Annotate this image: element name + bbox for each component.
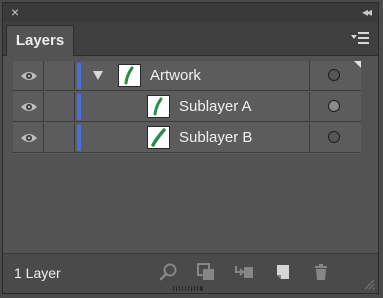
eye-icon (21, 134, 37, 142)
eye-icon (21, 72, 37, 80)
layer-thumbnail (147, 95, 170, 118)
locate-object-icon[interactable] (158, 262, 178, 282)
target-icon[interactable] (328, 69, 340, 81)
resize-corner-icon[interactable] (363, 278, 375, 290)
layer-color-indicator (77, 94, 81, 120)
make-clipping-mask-icon[interactable] (196, 262, 216, 282)
target-cell[interactable] (309, 123, 361, 152)
panel-footer: 1 Layer (3, 253, 378, 293)
lock-toggle[interactable] (44, 123, 75, 152)
layer-name[interactable]: Sublayer A (179, 98, 252, 116)
collapse-icon[interactable]: ◂◂ (362, 4, 372, 20)
tab-bar: Layers (3, 22, 378, 56)
lock-toggle[interactable] (44, 61, 75, 90)
leaf-thumbnail-icon (124, 66, 134, 85)
target-cell[interactable] (309, 92, 361, 121)
layer-row-sublayer-b[interactable]: Sublayer B (13, 123, 361, 153)
panel-titlebar: × ◂◂ (3, 3, 378, 22)
layer-count-status: 1 Layer (14, 265, 61, 281)
delete-layer-icon[interactable] (311, 262, 331, 282)
disclosure-triangle-icon[interactable] (93, 71, 103, 80)
layers-panel: × ◂◂ Layers Artwork Sublayer A Sublayer … (2, 2, 379, 294)
target-icon[interactable] (328, 100, 340, 112)
layer-row-sublayer-a[interactable]: Sublayer A (13, 92, 361, 122)
leaf-thumbnail-icon (153, 97, 163, 116)
create-new-layer-icon[interactable] (273, 262, 293, 282)
tab-layers[interactable]: Layers (6, 25, 74, 56)
layer-name[interactable]: Sublayer B (179, 129, 252, 147)
create-sublayer-icon[interactable] (234, 262, 254, 282)
visibility-toggle[interactable] (13, 92, 44, 121)
eye-icon (21, 103, 37, 111)
layers-list: Artwork Sublayer A Sublayer B (13, 61, 361, 154)
target-cell[interactable] (309, 61, 361, 90)
layer-row-artwork[interactable]: Artwork (13, 61, 361, 91)
layer-thumbnail (147, 126, 170, 149)
layer-color-indicator (77, 125, 81, 151)
selection-corner-indicator (354, 61, 361, 68)
leaf-thumbnail-icon (151, 128, 166, 147)
lock-toggle[interactable] (44, 92, 75, 121)
resize-grip-icon[interactable] (173, 286, 203, 291)
layer-name[interactable]: Artwork (150, 67, 201, 85)
visibility-toggle[interactable] (13, 123, 44, 152)
target-icon[interactable] (328, 131, 340, 143)
close-icon[interactable]: × (11, 4, 19, 20)
visibility-toggle[interactable] (13, 61, 44, 90)
layer-color-indicator (77, 63, 81, 89)
layer-thumbnail (118, 64, 141, 87)
panel-menu-icon[interactable] (351, 31, 369, 45)
